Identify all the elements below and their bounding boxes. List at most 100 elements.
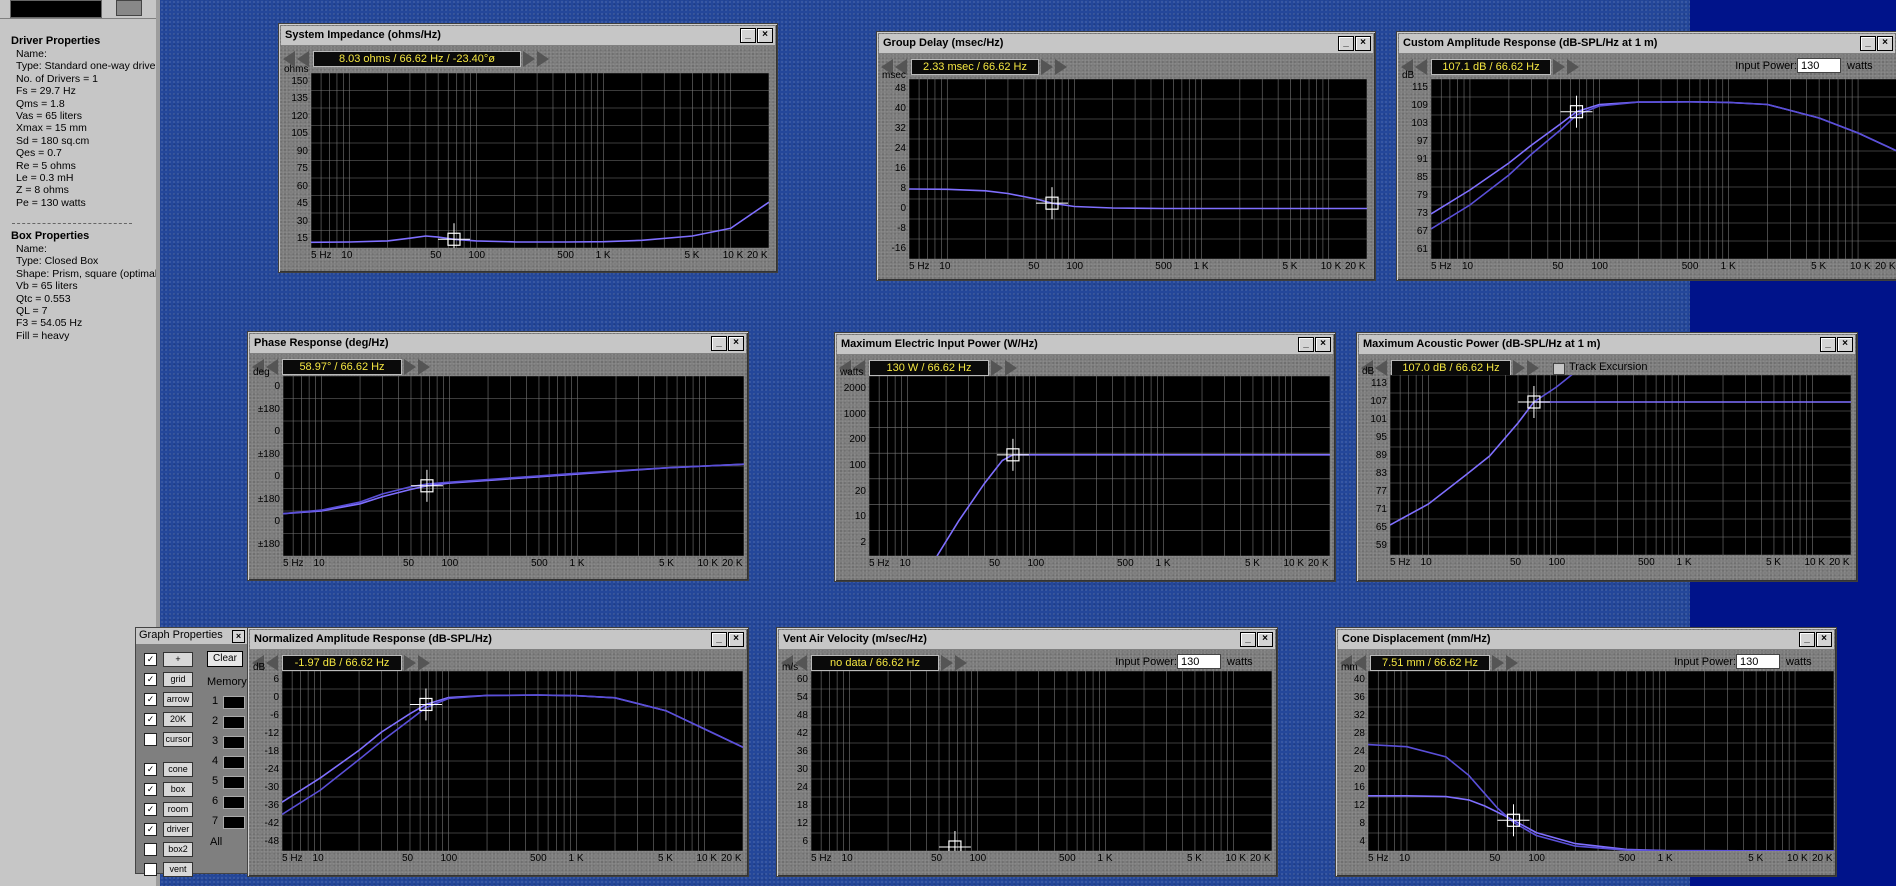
memory-slot-button[interactable] <box>223 776 245 789</box>
nav-right-arrow[interactable] <box>991 360 1003 376</box>
minimize-button[interactable]: _ <box>1338 36 1354 51</box>
track-excursion-checkbox[interactable] <box>1553 363 1565 375</box>
graph-option-icon[interactable]: vent <box>163 862 193 877</box>
input-power-field[interactable]: 130 <box>1736 654 1780 669</box>
window-titlebar[interactable]: Maximum Electric Input Power (W/Hz) _ × <box>837 335 1333 355</box>
graph-option-icon[interactable]: grid <box>163 672 193 687</box>
plot-area[interactable] <box>909 79 1367 259</box>
window-titlebar[interactable]: Phase Response (deg/Hz) _ × <box>250 334 746 354</box>
minimize-button[interactable]: _ <box>1298 337 1314 352</box>
memory-slot-button[interactable] <box>223 716 245 729</box>
nav-right-arrow[interactable] <box>404 359 416 375</box>
x-tick-label: 5 K <box>657 853 673 864</box>
window-titlebar[interactable]: Custom Amplitude Response (dB-SPL/Hz at … <box>1399 34 1895 54</box>
nav-right-arrow[interactable] <box>418 359 430 375</box>
memory-slot-button[interactable] <box>223 736 245 749</box>
close-button[interactable]: × <box>1315 337 1331 352</box>
plot-area[interactable] <box>811 671 1272 851</box>
property-line: Z = 8 ohms <box>16 184 69 197</box>
all-memory-button[interactable]: All <box>210 836 222 848</box>
graph-option-checkbox[interactable]: ✓ <box>144 803 157 816</box>
nav-left-arrow[interactable] <box>1415 59 1427 75</box>
nav-right-arrow[interactable] <box>1506 655 1518 671</box>
graph-option-icon[interactable]: cone <box>163 762 193 777</box>
graph-option-icon[interactable]: cursor <box>163 732 193 747</box>
nav-right-arrow[interactable] <box>1055 59 1067 75</box>
close-button[interactable]: × <box>232 630 245 643</box>
memory-slot-button[interactable] <box>223 696 245 709</box>
graph-option-checkbox[interactable]: ✓ <box>144 783 157 796</box>
nav-right-arrow[interactable] <box>537 51 549 67</box>
nav-right-arrow[interactable] <box>1041 59 1053 75</box>
close-button[interactable]: × <box>757 28 773 43</box>
minimize-button[interactable]: _ <box>711 632 727 647</box>
mini-graph-preview[interactable] <box>10 0 102 18</box>
graph-option-icon[interactable]: + <box>163 652 193 667</box>
plot-area[interactable] <box>1368 671 1834 851</box>
toolbar-button[interactable] <box>116 0 142 16</box>
memory-slot-button[interactable] <box>223 816 245 829</box>
minimize-button[interactable]: _ <box>1240 632 1256 647</box>
graph-option-checkbox[interactable]: ✓ <box>144 693 157 706</box>
graph-properties-titlebar[interactable]: Graph Properties × <box>136 628 247 644</box>
close-button[interactable]: × <box>728 336 744 351</box>
minimize-button[interactable]: _ <box>1820 337 1836 352</box>
graph-option-checkbox[interactable]: ✓ <box>144 673 157 686</box>
plot-area[interactable] <box>282 671 743 851</box>
nav-right-arrow[interactable] <box>1567 59 1579 75</box>
minimize-button[interactable]: _ <box>1860 36 1876 51</box>
graph-option-icon[interactable]: box <box>163 782 193 797</box>
close-button[interactable]: × <box>1877 36 1893 51</box>
graph-option-checkbox[interactable]: ✓ <box>144 763 157 776</box>
graph-option-checkbox[interactable]: ✓ <box>144 823 157 836</box>
plot-area[interactable] <box>311 73 769 248</box>
window-titlebar[interactable]: Cone Displacement (mm/Hz) _ × <box>1338 630 1834 650</box>
close-button[interactable]: × <box>1257 632 1273 647</box>
minimize-button[interactable]: _ <box>1799 632 1815 647</box>
nav-right-arrow[interactable] <box>523 51 535 67</box>
graph-option-icon[interactable]: driver <box>163 822 193 837</box>
graph-option-checkbox[interactable] <box>144 733 157 746</box>
nav-right-arrow[interactable] <box>418 655 430 671</box>
window-titlebar[interactable]: Normalized Amplitude Response (dB-SPL/Hz… <box>250 630 746 650</box>
memory-slot-button[interactable] <box>223 796 245 809</box>
memory-slot-button[interactable] <box>223 756 245 769</box>
grid <box>811 671 1272 851</box>
graph-option-checkbox[interactable]: ✓ <box>144 713 157 726</box>
nav-left-arrow[interactable] <box>266 655 278 671</box>
window-titlebar[interactable]: System Impedance (ohms/Hz) _ × <box>281 26 775 46</box>
clear-button[interactable]: Clear <box>207 651 243 667</box>
graph-option-checkbox[interactable] <box>144 863 157 876</box>
nav-right-arrow[interactable] <box>941 655 953 671</box>
y-tick-label: 61 <box>1416 244 1428 255</box>
nav-right-arrow[interactable] <box>1005 360 1017 376</box>
close-button[interactable]: × <box>1837 337 1853 352</box>
graph-option-icon[interactable]: box2 <box>163 842 193 857</box>
graph-option-checkbox[interactable]: ✓ <box>144 653 157 666</box>
nav-right-arrow[interactable] <box>1553 59 1565 75</box>
nav-right-arrow[interactable] <box>1527 360 1539 376</box>
close-button[interactable]: × <box>1816 632 1832 647</box>
nav-right-arrow[interactable] <box>955 655 967 671</box>
minimize-button[interactable]: _ <box>711 336 727 351</box>
window-titlebar[interactable]: Vent Air Velocity (m/sec/Hz) _ × <box>779 630 1275 650</box>
input-power-field[interactable]: 130 <box>1177 654 1221 669</box>
graph-option-checkbox[interactable] <box>144 843 157 856</box>
window-titlebar[interactable]: Group Delay (msec/Hz) _ × <box>879 34 1373 54</box>
graph-option-icon[interactable]: room <box>163 802 193 817</box>
graph-option-icon[interactable]: 20K <box>163 712 193 727</box>
nav-right-arrow[interactable] <box>404 655 416 671</box>
nav-left-arrow[interactable] <box>1375 360 1387 376</box>
input-power-field[interactable]: 130 <box>1797 58 1841 73</box>
window-titlebar[interactable]: Maximum Acoustic Power (dB-SPL/Hz at 1 m… <box>1359 335 1855 355</box>
graph-option-icon[interactable]: arrow <box>163 692 193 707</box>
nav-right-arrow[interactable] <box>1513 360 1525 376</box>
minimize-button[interactable]: _ <box>740 28 756 43</box>
plot-area[interactable] <box>1431 79 1896 259</box>
nav-right-arrow[interactable] <box>1492 655 1504 671</box>
close-button[interactable]: × <box>1355 36 1371 51</box>
plot-area[interactable] <box>1390 375 1851 555</box>
plot-area[interactable] <box>283 376 744 556</box>
close-button[interactable]: × <box>728 632 744 647</box>
plot-area[interactable] <box>869 376 1330 556</box>
